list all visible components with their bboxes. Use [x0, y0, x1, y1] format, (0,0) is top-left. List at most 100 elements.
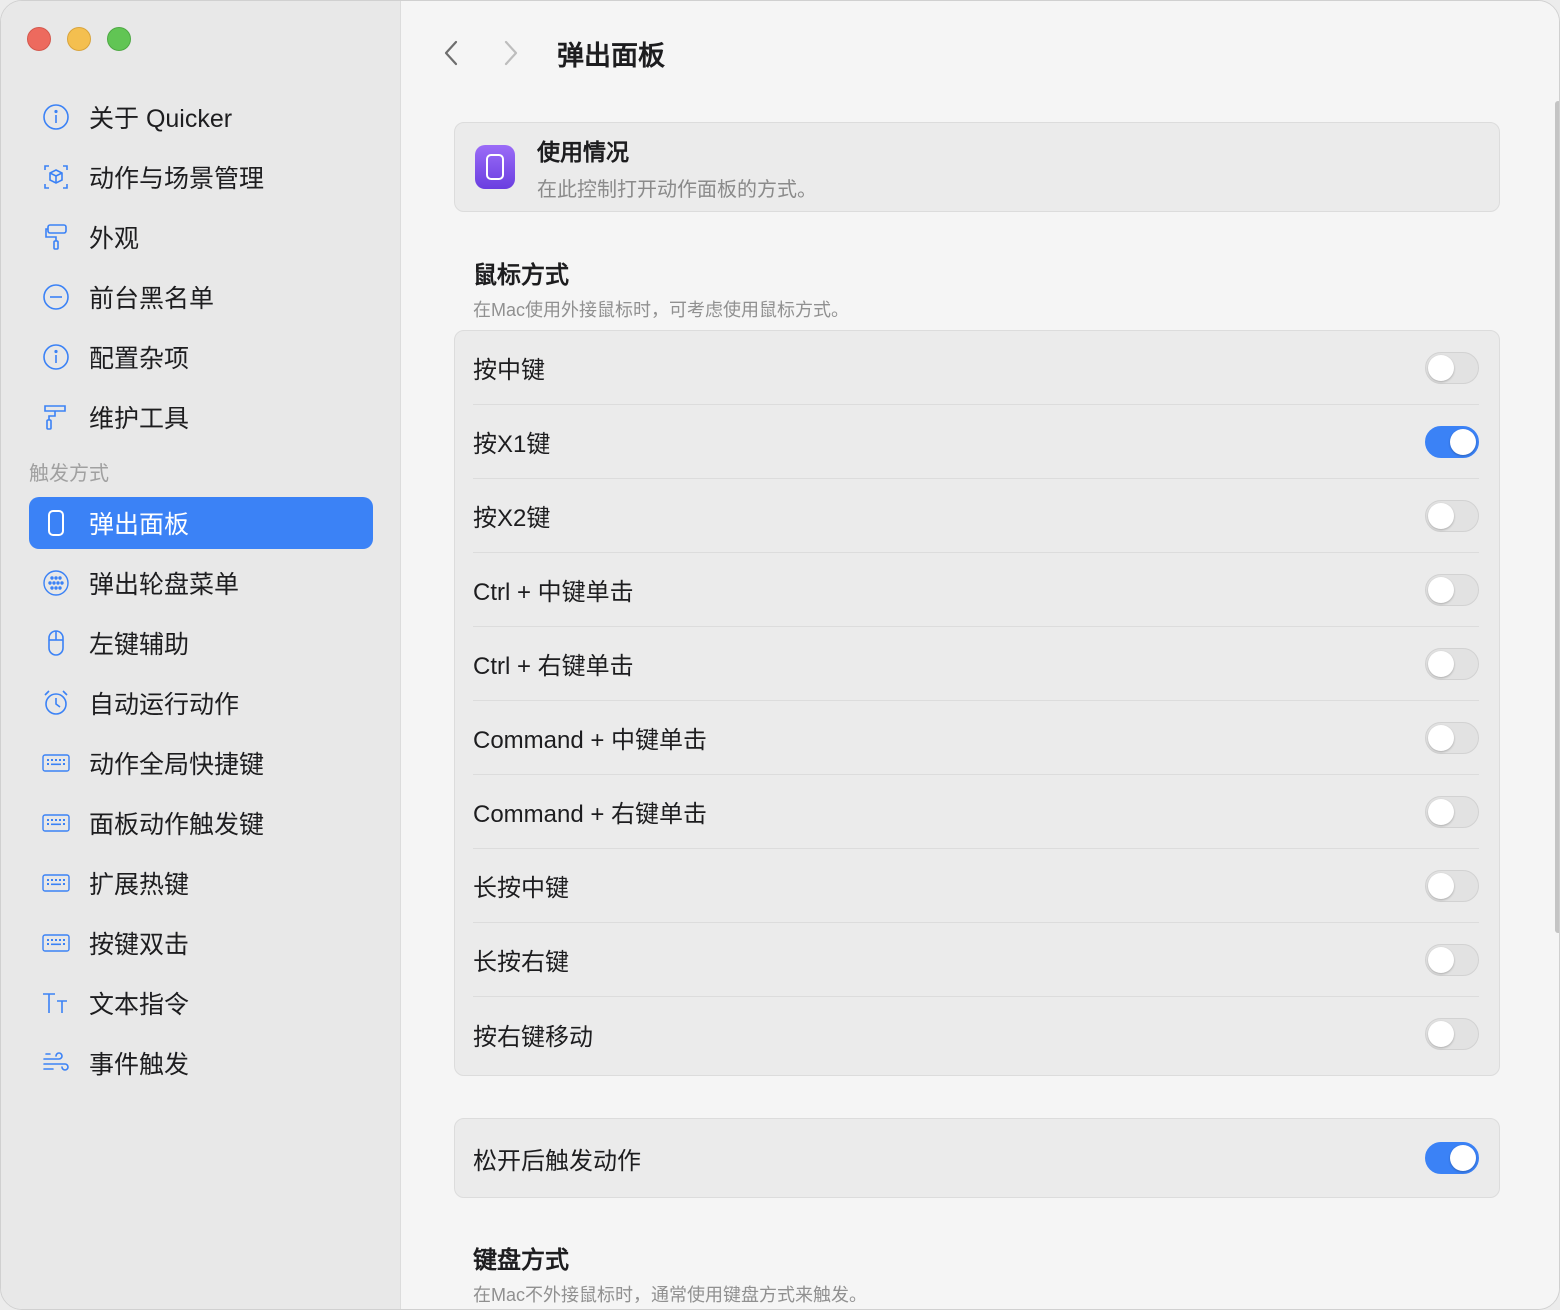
- sidebar-item-label: 左键辅助: [89, 631, 190, 659]
- list-item: 长按右键: [473, 923, 1479, 997]
- list-item: Ctrl + 中键单击: [473, 553, 1479, 627]
- minus-circle-icon: [41, 282, 71, 312]
- option-label: 按X2键: [473, 505, 551, 532]
- option-label: Ctrl + 右键单击: [473, 653, 634, 680]
- sidebar-item-popup-panel[interactable]: 弹出面板: [29, 497, 373, 549]
- forward-button[interactable]: [491, 33, 531, 73]
- section-label-triggers: 触发方式: [29, 462, 109, 485]
- sidebar-item-global-hotkeys[interactable]: 动作全局快捷键: [29, 737, 373, 789]
- keyboard-icon: [41, 928, 71, 958]
- toggle-switch[interactable]: [1425, 943, 1479, 976]
- sidebar-item-auto-run[interactable]: 自动运行动作: [29, 677, 373, 729]
- toggle-switch[interactable]: [1425, 499, 1479, 532]
- panel-icon: [41, 508, 71, 538]
- paint-roller-icon: [41, 402, 71, 432]
- sidebar-item-label: 配置杂项: [89, 345, 190, 373]
- sidebar-item-label: 维护工具: [89, 405, 190, 433]
- sidebar-item-about[interactable]: 关于 Quicker: [29, 91, 373, 143]
- sidebar-item-popup-wheel[interactable]: 弹出轮盘菜单: [29, 557, 373, 609]
- sidebar-item-appearance[interactable]: 外观: [29, 211, 373, 263]
- sidebar-item-actions-scenes[interactable]: 动作与场景管理: [29, 151, 373, 203]
- sidebar-item-maintenance[interactable]: 维护工具: [29, 391, 373, 443]
- sidebar-item-label: 外观: [89, 225, 140, 253]
- list-item: 按X2键: [473, 479, 1479, 553]
- option-label: Command + 右键单击: [473, 801, 708, 828]
- usage-description: 在此控制打开动作面板的方式。: [537, 178, 817, 201]
- scrollbar[interactable]: [1555, 101, 1559, 933]
- sidebar-item-label: 按键双击: [89, 931, 190, 959]
- sidebar-item-label: 扩展热键: [89, 871, 190, 899]
- sidebar-item-blacklist[interactable]: 前台黑名单: [29, 271, 373, 323]
- toggle-switch[interactable]: [1425, 721, 1479, 754]
- settings-window: 关于 Quicker 动作与场景管理 外观 前台黑名单 配置杂项 维护工具 触发…: [0, 0, 1560, 1310]
- maximize-window-button[interactable]: [107, 27, 131, 51]
- wind-icon: [41, 1048, 71, 1078]
- list-item: 按X1键: [473, 405, 1479, 479]
- option-label: 按X1键: [473, 431, 551, 458]
- option-label: 长按中键: [473, 875, 569, 902]
- release-trigger-card: 松开后触发动作: [454, 1118, 1500, 1198]
- section-description: 在Mac使用外接鼠标时，可考虑使用鼠标方式。: [473, 300, 850, 320]
- text-size-icon: [41, 988, 71, 1018]
- option-label: 按右键移动: [473, 1023, 593, 1051]
- keyboard-icon: [41, 808, 71, 838]
- option-label: 长按右键: [473, 949, 569, 976]
- option-label: 按中键: [473, 357, 545, 384]
- mouse-icon: [41, 628, 71, 658]
- toggle-switch[interactable]: [1425, 425, 1479, 458]
- sidebar-item-label: 动作与场景管理: [89, 165, 265, 193]
- toolbar: 弹出面板: [431, 23, 665, 83]
- option-label: Command + 中键单击: [473, 727, 708, 754]
- window-controls: [27, 27, 131, 51]
- sidebar-item-event-triggers[interactable]: 事件触发: [29, 1037, 373, 1089]
- cube-icon: [41, 162, 71, 192]
- page-title: 弹出面板: [557, 40, 665, 71]
- back-button[interactable]: [431, 33, 471, 73]
- panel-app-icon: [475, 145, 515, 189]
- usage-card: 使用情况 在此控制打开动作面板的方式。: [454, 122, 1500, 212]
- list-item: 按中键: [473, 331, 1479, 405]
- paintbrush-icon: [41, 222, 71, 252]
- sidebar-item-label: 自动运行动作: [89, 691, 240, 719]
- list-item: 长按中键: [473, 849, 1479, 923]
- close-window-button[interactable]: [27, 27, 51, 51]
- sidebar-item-left-click-assist[interactable]: 左键辅助: [29, 617, 373, 669]
- sidebar-nav: 关于 Quicker 动作与场景管理 外观 前台黑名单 配置杂项 维护工具 触发…: [29, 91, 373, 1097]
- sidebar-item-label: 前台黑名单: [89, 285, 215, 313]
- option-label: Ctrl + 中键单击: [473, 579, 634, 606]
- list-item: Command + 中键单击: [473, 701, 1479, 775]
- minimize-window-button[interactable]: [67, 27, 91, 51]
- keyboard-icon: [41, 748, 71, 778]
- sidebar-item-text-commands[interactable]: 文本指令: [29, 977, 373, 1029]
- info-icon: [41, 342, 71, 372]
- sidebar-item-double-press[interactable]: 按键双击: [29, 917, 373, 969]
- sidebar: 关于 Quicker 动作与场景管理 外观 前台黑名单 配置杂项 维护工具 触发…: [1, 1, 401, 1309]
- list-item: Command + 右键单击: [473, 775, 1479, 849]
- sidebar-item-label: 弹出面板: [89, 511, 190, 539]
- section-description: 在Mac不外接鼠标时，通常使用键盘方式来触发。: [473, 1285, 868, 1305]
- alarm-icon: [41, 688, 71, 718]
- toggle-switch[interactable]: [1425, 795, 1479, 828]
- toggle-switch[interactable]: [1425, 351, 1479, 384]
- toggle-switch[interactable]: [1425, 1018, 1479, 1050]
- sidebar-item-extended-hotkeys[interactable]: 扩展热键: [29, 857, 373, 909]
- mouse-options-list: 按中键 按X1键 按X2键 Ctrl + 中键单击 Ctrl + 右键单击 Co…: [454, 330, 1500, 1076]
- toggle-switch[interactable]: [1425, 869, 1479, 902]
- sidebar-item-panel-trigger-keys[interactable]: 面板动作触发键: [29, 797, 373, 849]
- sidebar-item-label: 关于 Quicker: [89, 105, 233, 133]
- toggle-switch[interactable]: [1425, 573, 1479, 606]
- sidebar-item-label: 弹出轮盘菜单: [89, 571, 240, 599]
- toggle-switch[interactable]: [1425, 1142, 1479, 1174]
- sidebar-item-label: 面板动作触发键: [89, 811, 265, 839]
- mouse-section-header: 鼠标方式 在Mac使用外接鼠标时，可考虑使用鼠标方式。: [473, 255, 849, 322]
- list-item: Ctrl + 右键单击: [473, 627, 1479, 701]
- sidebar-item-label: 文本指令: [89, 991, 190, 1019]
- section-heading: 鼠标方式: [473, 262, 569, 289]
- usage-title: 使用情况: [537, 138, 629, 165]
- keyboard-section-header: 键盘方式 在Mac不外接鼠标时，通常使用键盘方式来触发。: [473, 1240, 867, 1307]
- sidebar-item-label: 事件触发: [89, 1051, 190, 1079]
- wheel-icon: [41, 568, 71, 598]
- section-heading: 键盘方式: [473, 1247, 569, 1274]
- toggle-switch[interactable]: [1425, 647, 1479, 680]
- sidebar-item-misc-config[interactable]: 配置杂项: [29, 331, 373, 383]
